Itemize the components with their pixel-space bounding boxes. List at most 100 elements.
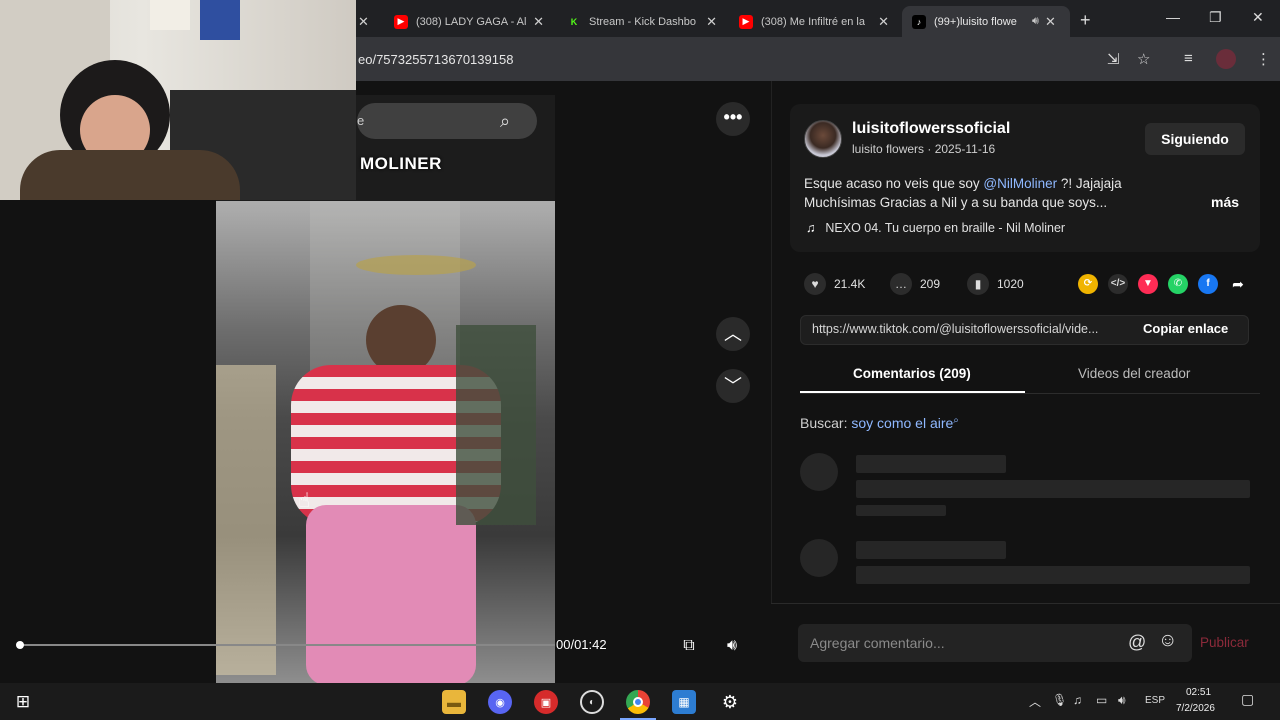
webcam-overlay	[0, 0, 356, 200]
language-indicator[interactable]: ESP	[1145, 695, 1165, 706]
like-stat[interactable]: ♥ 21.4K	[804, 273, 865, 295]
menu-dots-icon[interactable]: ⋮	[1256, 50, 1271, 68]
video-overlay-text: MOLINER	[360, 154, 442, 173]
tab-tiktok[interactable]: ♪ (99+)luisito flowe 🔊︎ ✕	[902, 6, 1070, 37]
volume-icon[interactable]: 🔊︎	[719, 633, 745, 659]
clock-date[interactable]: 7/2/2026	[1176, 703, 1215, 714]
search-query[interactable]: soy como el aire	[851, 415, 953, 431]
repost-icon[interactable]: ⟳	[1078, 274, 1098, 294]
search-label: Buscar:	[800, 415, 848, 431]
discord-icon[interactable]: ◉	[488, 690, 512, 714]
search-small-icon: ⌕	[953, 415, 959, 426]
windows-start-icon[interactable]: ⊞	[11, 690, 35, 714]
description-text: Esque acaso no veis que soy	[804, 176, 984, 191]
skeleton-line	[856, 455, 1006, 473]
search-icon[interactable]: ⌕	[500, 111, 522, 133]
install-app-icon[interactable]: ⇲	[1107, 50, 1120, 68]
more-link[interactable]: más	[1211, 194, 1239, 210]
profile-avatar[interactable]	[1216, 49, 1236, 69]
media-control-icon[interactable]: ≡	[1184, 50, 1193, 67]
skeleton-avatar	[800, 539, 838, 577]
more-options-icon[interactable]: •••	[716, 102, 750, 136]
close-icon[interactable]: ✕	[878, 14, 889, 30]
speaker-tray-icon[interactable]: 🔊︎	[1118, 693, 1126, 708]
tray-overflow-icon[interactable]: ︿	[1029, 693, 1041, 710]
app-red-icon[interactable]: ▣	[534, 690, 558, 714]
skeleton-line	[856, 566, 1250, 584]
close-window-icon[interactable]: ✕	[1252, 9, 1264, 26]
like-count: 21.4K	[834, 277, 866, 291]
save-count: 1020	[997, 277, 1024, 291]
avatar[interactable]	[804, 120, 842, 158]
file-explorer-icon[interactable]: ▬	[442, 690, 466, 714]
tab-label: (99+)luisito flowe	[934, 15, 1017, 28]
settings-gear-icon[interactable]: ⚙	[718, 690, 742, 714]
kick-icon: K	[570, 16, 578, 27]
video-time: 00/01:42	[556, 637, 607, 652]
bookmark-star-icon[interactable]: ☆	[1137, 50, 1150, 68]
mention-at-icon[interactable]: @	[1128, 632, 1146, 653]
copy-link-button[interactable]: Copiar enlace	[1143, 321, 1228, 336]
close-icon[interactable]: ✕	[533, 14, 544, 30]
comment-count: 209	[920, 277, 941, 291]
cursor-hand-icon: ☝	[298, 490, 311, 512]
bookmark-icon: ▮	[967, 273, 989, 295]
tab-youtube-infiltre[interactable]: ▶ (308) Me Infiltré en la ✕	[729, 6, 899, 37]
tab-label: (308) Me Infiltré en la	[761, 15, 865, 28]
url-field[interactable]: eo/7573255713670139158	[358, 52, 513, 67]
facebook-icon[interactable]: f	[1198, 274, 1218, 294]
post-description: Esque acaso no veis que soy @NilMoliner …	[804, 174, 1184, 212]
heart-icon: ♥	[804, 273, 826, 295]
tab-underline	[800, 391, 1025, 393]
calculator-icon[interactable]: ▦	[672, 690, 696, 714]
tiktok-icon: ♪	[912, 14, 926, 29]
whatsapp-icon[interactable]: ✆	[1168, 274, 1188, 294]
microphone-icon[interactable]: 🎙︎	[1052, 693, 1067, 707]
publish-button[interactable]: Publicar	[1200, 635, 1249, 650]
following-button[interactable]: Siguiendo	[1145, 123, 1245, 155]
progress-handle[interactable]	[16, 641, 24, 649]
username[interactable]: luisitoflowerssoficial	[852, 120, 1010, 138]
tab-kick[interactable]: K Stream - Kick Dashbo ✕	[557, 6, 727, 37]
chrome-icon[interactable]	[620, 690, 656, 720]
next-video-button[interactable]: ﹀	[716, 369, 750, 403]
tab-label: Stream - Kick Dashbo	[589, 15, 696, 28]
tab-label: (308) LADY GAGA - Al	[416, 15, 527, 28]
close-icon[interactable]: ✕	[706, 14, 717, 30]
music-line[interactable]: ♫ NEXO 04. Tu cuerpo en braille - Nil Mol…	[806, 221, 1065, 235]
obs-icon[interactable]: ◐	[580, 690, 604, 714]
video-progress-bar[interactable]	[18, 644, 555, 646]
tab-divider	[800, 393, 1260, 394]
emoji-icon[interactable]: ☺	[1158, 630, 1177, 652]
close-icon[interactable]: ✕	[358, 14, 369, 30]
tab-creator-videos[interactable]: Videos del creador	[1078, 366, 1190, 381]
close-icon[interactable]: ✕	[1045, 14, 1056, 30]
search-suggestion[interactable]: Buscar: soy como el aire⌕	[800, 415, 959, 431]
tab-comments[interactable]: Comentarios (209)	[853, 366, 971, 381]
previous-video-button[interactable]: ︿	[716, 317, 750, 351]
clock-time[interactable]: 02:51	[1186, 687, 1211, 698]
share-arrow-icon[interactable]: ➦	[1228, 274, 1248, 294]
speaker-icon[interactable]: 🔊︎	[1032, 15, 1039, 28]
skeleton-line	[856, 505, 946, 516]
embed-icon[interactable]: </>	[1108, 274, 1128, 294]
pip-icon[interactable]: ⧉	[676, 633, 702, 659]
comment-icon: …	[890, 273, 912, 295]
youtube-icon: ▶	[394, 14, 408, 29]
save-stat[interactable]: ▮ 1020	[967, 273, 1024, 295]
comment-stat[interactable]: … 209	[890, 273, 940, 295]
youtube-icon: ▶	[739, 14, 753, 29]
send-icon[interactable]: ▼	[1138, 274, 1158, 294]
link-url[interactable]: https://www.tiktok.com/@luisitoflowersso…	[812, 322, 1130, 336]
network-icon[interactable]: ▭	[1096, 693, 1107, 707]
skeleton-avatar	[800, 453, 838, 491]
post-subline: luisito flowers · 2025-11-16	[852, 142, 996, 156]
restore-icon[interactable]: ❐	[1209, 9, 1222, 26]
notification-icon[interactable]: ▢	[1241, 691, 1254, 708]
tab-lady-gaga[interactable]: ▶ (308) LADY GAGA - Al ✕	[384, 6, 554, 37]
new-tab-button[interactable]: +	[1080, 10, 1091, 31]
skeleton-line	[856, 480, 1250, 498]
minimize-icon[interactable]: —	[1166, 9, 1180, 25]
audio-device-icon[interactable]: ♫	[1073, 693, 1082, 707]
mention-link[interactable]: @NilMoliner	[983, 176, 1057, 191]
